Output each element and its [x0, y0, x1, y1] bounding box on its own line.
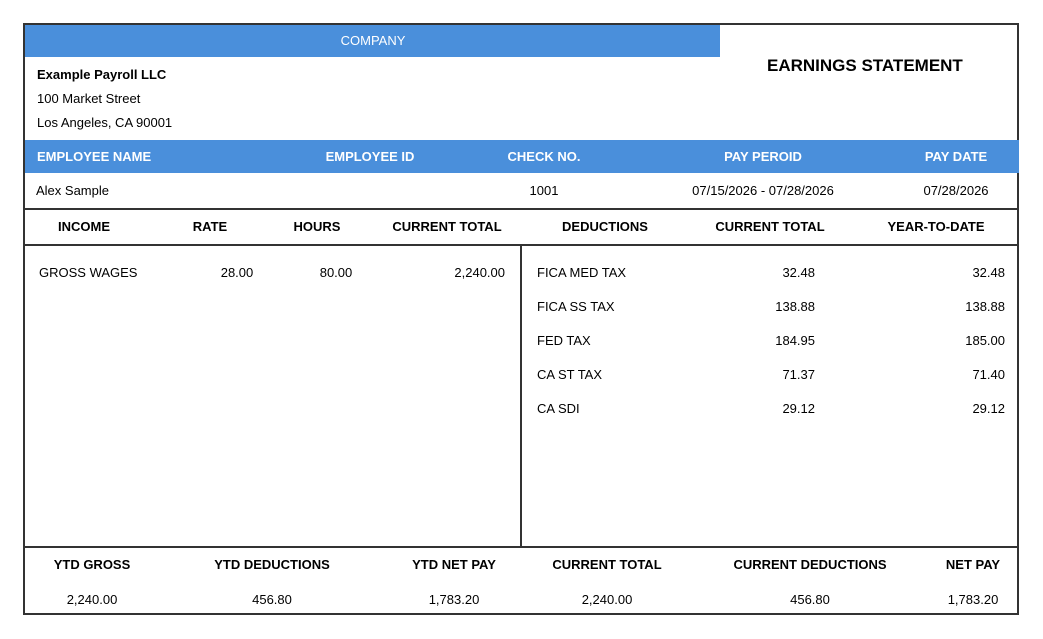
divider-table-header-bottom	[25, 244, 1019, 246]
deduction-label: CA SDI	[537, 401, 580, 416]
divider-employee-bottom	[25, 208, 1019, 210]
net-pay-value: 1,783.20	[947, 592, 999, 607]
ytd-deductions-value: 456.80	[252, 592, 292, 607]
income-label: GROSS WAGES	[39, 265, 138, 280]
check-no-header: CHECK NO.	[507, 149, 581, 164]
income-hours: 80.00	[319, 265, 353, 280]
income-header: INCOME	[58, 219, 110, 234]
ytd-gross-header: YTD GROSS	[53, 557, 131, 572]
company-name: Example Payroll LLC	[37, 67, 167, 82]
hours-header: HOURS	[293, 219, 341, 234]
summary-current-total-value: 2,240.00	[581, 592, 633, 607]
deductions-header: DEDUCTIONS	[562, 219, 648, 234]
deduction-label: FICA SS TAX	[537, 299, 615, 314]
deductions-current-total-header: CURRENT TOTAL	[715, 219, 825, 234]
deduction-current: 138.88	[775, 299, 815, 314]
deduction-current: 71.37	[782, 367, 815, 382]
check-no-value: 1001	[529, 183, 559, 198]
employee-name-header: EMPLOYEE NAME	[37, 149, 152, 164]
deduction-ytd: 29.12	[972, 401, 1005, 416]
summary-current-total-header: CURRENT TOTAL	[552, 557, 662, 572]
pay-period-header: PAY PEROID	[724, 149, 802, 164]
pay-period-value: 07/15/2026 - 07/28/2026	[692, 183, 834, 198]
deduction-ytd: 185.00	[965, 333, 1005, 348]
company-address-line1: 100 Market Street	[37, 91, 141, 106]
deduction-label: FED TAX	[537, 333, 591, 348]
deduction-label: CA ST TAX	[537, 367, 603, 382]
ytd-net-pay-header: YTD NET PAY	[412, 557, 496, 572]
pay-date-header: PAY DATE	[924, 149, 988, 164]
income-current-total-header: CURRENT TOTAL	[392, 219, 502, 234]
deduction-current: 29.12	[782, 401, 815, 416]
income-rate: 28.00	[220, 265, 254, 280]
company-header-label: COMPANY	[340, 33, 406, 48]
ytd-deductions-header: YTD DEDUCTIONS	[214, 557, 330, 572]
deduction-current: 32.48	[782, 265, 815, 280]
deduction-ytd: 32.48	[972, 265, 1005, 280]
divider-summary-top	[25, 546, 1019, 548]
deduction-label: FICA MED TAX	[537, 265, 627, 280]
company-address-line2: Los Angeles, CA 90001	[37, 115, 173, 130]
current-deductions-header: CURRENT DEDUCTIONS	[733, 557, 887, 572]
deduction-current: 184.95	[775, 333, 815, 348]
income-current-total: 2,240.00	[454, 265, 505, 280]
deduction-ytd: 71.40	[972, 367, 1005, 382]
deduction-ytd: 138.88	[965, 299, 1005, 314]
ytd-net-pay-value: 1,783.20	[428, 592, 480, 607]
rate-header: RATE	[192, 219, 228, 234]
employee-id-header: EMPLOYEE ID	[325, 149, 415, 164]
net-pay-header: NET PAY	[945, 557, 1001, 572]
divider-income-deductions	[520, 244, 522, 547]
employee-name-value: Alex Sample	[36, 183, 109, 198]
statement-title: EARNINGS STATEMENT	[767, 56, 963, 75]
ytd-gross-value: 2,240.00	[66, 592, 118, 607]
pay-date-value: 07/28/2026	[923, 183, 989, 198]
current-deductions-value: 456.80	[790, 592, 830, 607]
year-to-date-header: YEAR-TO-DATE	[887, 219, 985, 234]
